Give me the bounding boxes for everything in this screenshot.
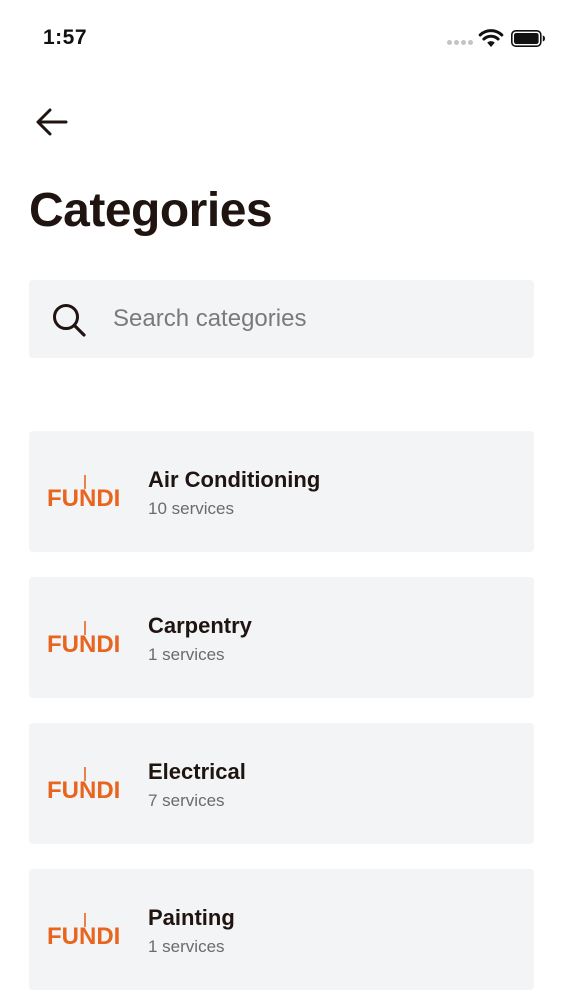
search-box[interactable] — [29, 280, 534, 358]
back-button[interactable] — [28, 100, 74, 144]
category-service-count: 7 services — [148, 791, 225, 810]
category-name: Air Conditioning — [148, 467, 321, 492]
fundi-logo: FUNDI — [47, 621, 120, 655]
status-time: 1:57 — [43, 26, 88, 49]
category-name: Carpentry — [148, 613, 252, 638]
wifi-icon — [478, 29, 504, 47]
category-service-count: 1 services — [148, 937, 225, 956]
category-card-air-conditioning[interactable]: FUNDI Air Conditioning 10 services — [29, 431, 534, 552]
page-title: Categories — [29, 184, 273, 237]
category-service-count: 10 services — [148, 499, 234, 518]
svg-text:FUNDI: FUNDI — [47, 777, 120, 801]
fundi-logo: FUNDI — [47, 913, 120, 947]
category-list: FUNDI Air Conditioning 10 services FUNDI… — [29, 431, 534, 1000]
fundi-logo: FUNDI — [47, 475, 120, 509]
category-card-electrical[interactable]: FUNDI Electrical 7 services — [29, 723, 534, 844]
search-icon — [53, 304, 86, 337]
category-card-painting[interactable]: FUNDI Painting 1 services — [29, 869, 534, 990]
categories-screen: 1:57 Categories Search categories FUNDI … — [0, 0, 563, 1000]
search-input[interactable] — [113, 280, 513, 358]
svg-text:FUNDI: FUNDI — [47, 485, 120, 509]
arrow-left-icon — [36, 108, 68, 136]
category-name: Electrical — [148, 759, 246, 784]
status-bar: 1:57 — [0, 0, 563, 80]
category-name: Painting — [148, 905, 235, 930]
category-service-count: 1 services — [148, 645, 225, 664]
category-card-carpentry[interactable]: FUNDI Carpentry 1 services — [29, 577, 534, 698]
svg-text:FUNDI: FUNDI — [47, 631, 120, 655]
battery-icon — [511, 30, 545, 47]
fundi-logo: FUNDI — [47, 767, 120, 801]
svg-text:FUNDI: FUNDI — [47, 923, 120, 947]
cellular-signal-icon — [447, 40, 473, 45]
